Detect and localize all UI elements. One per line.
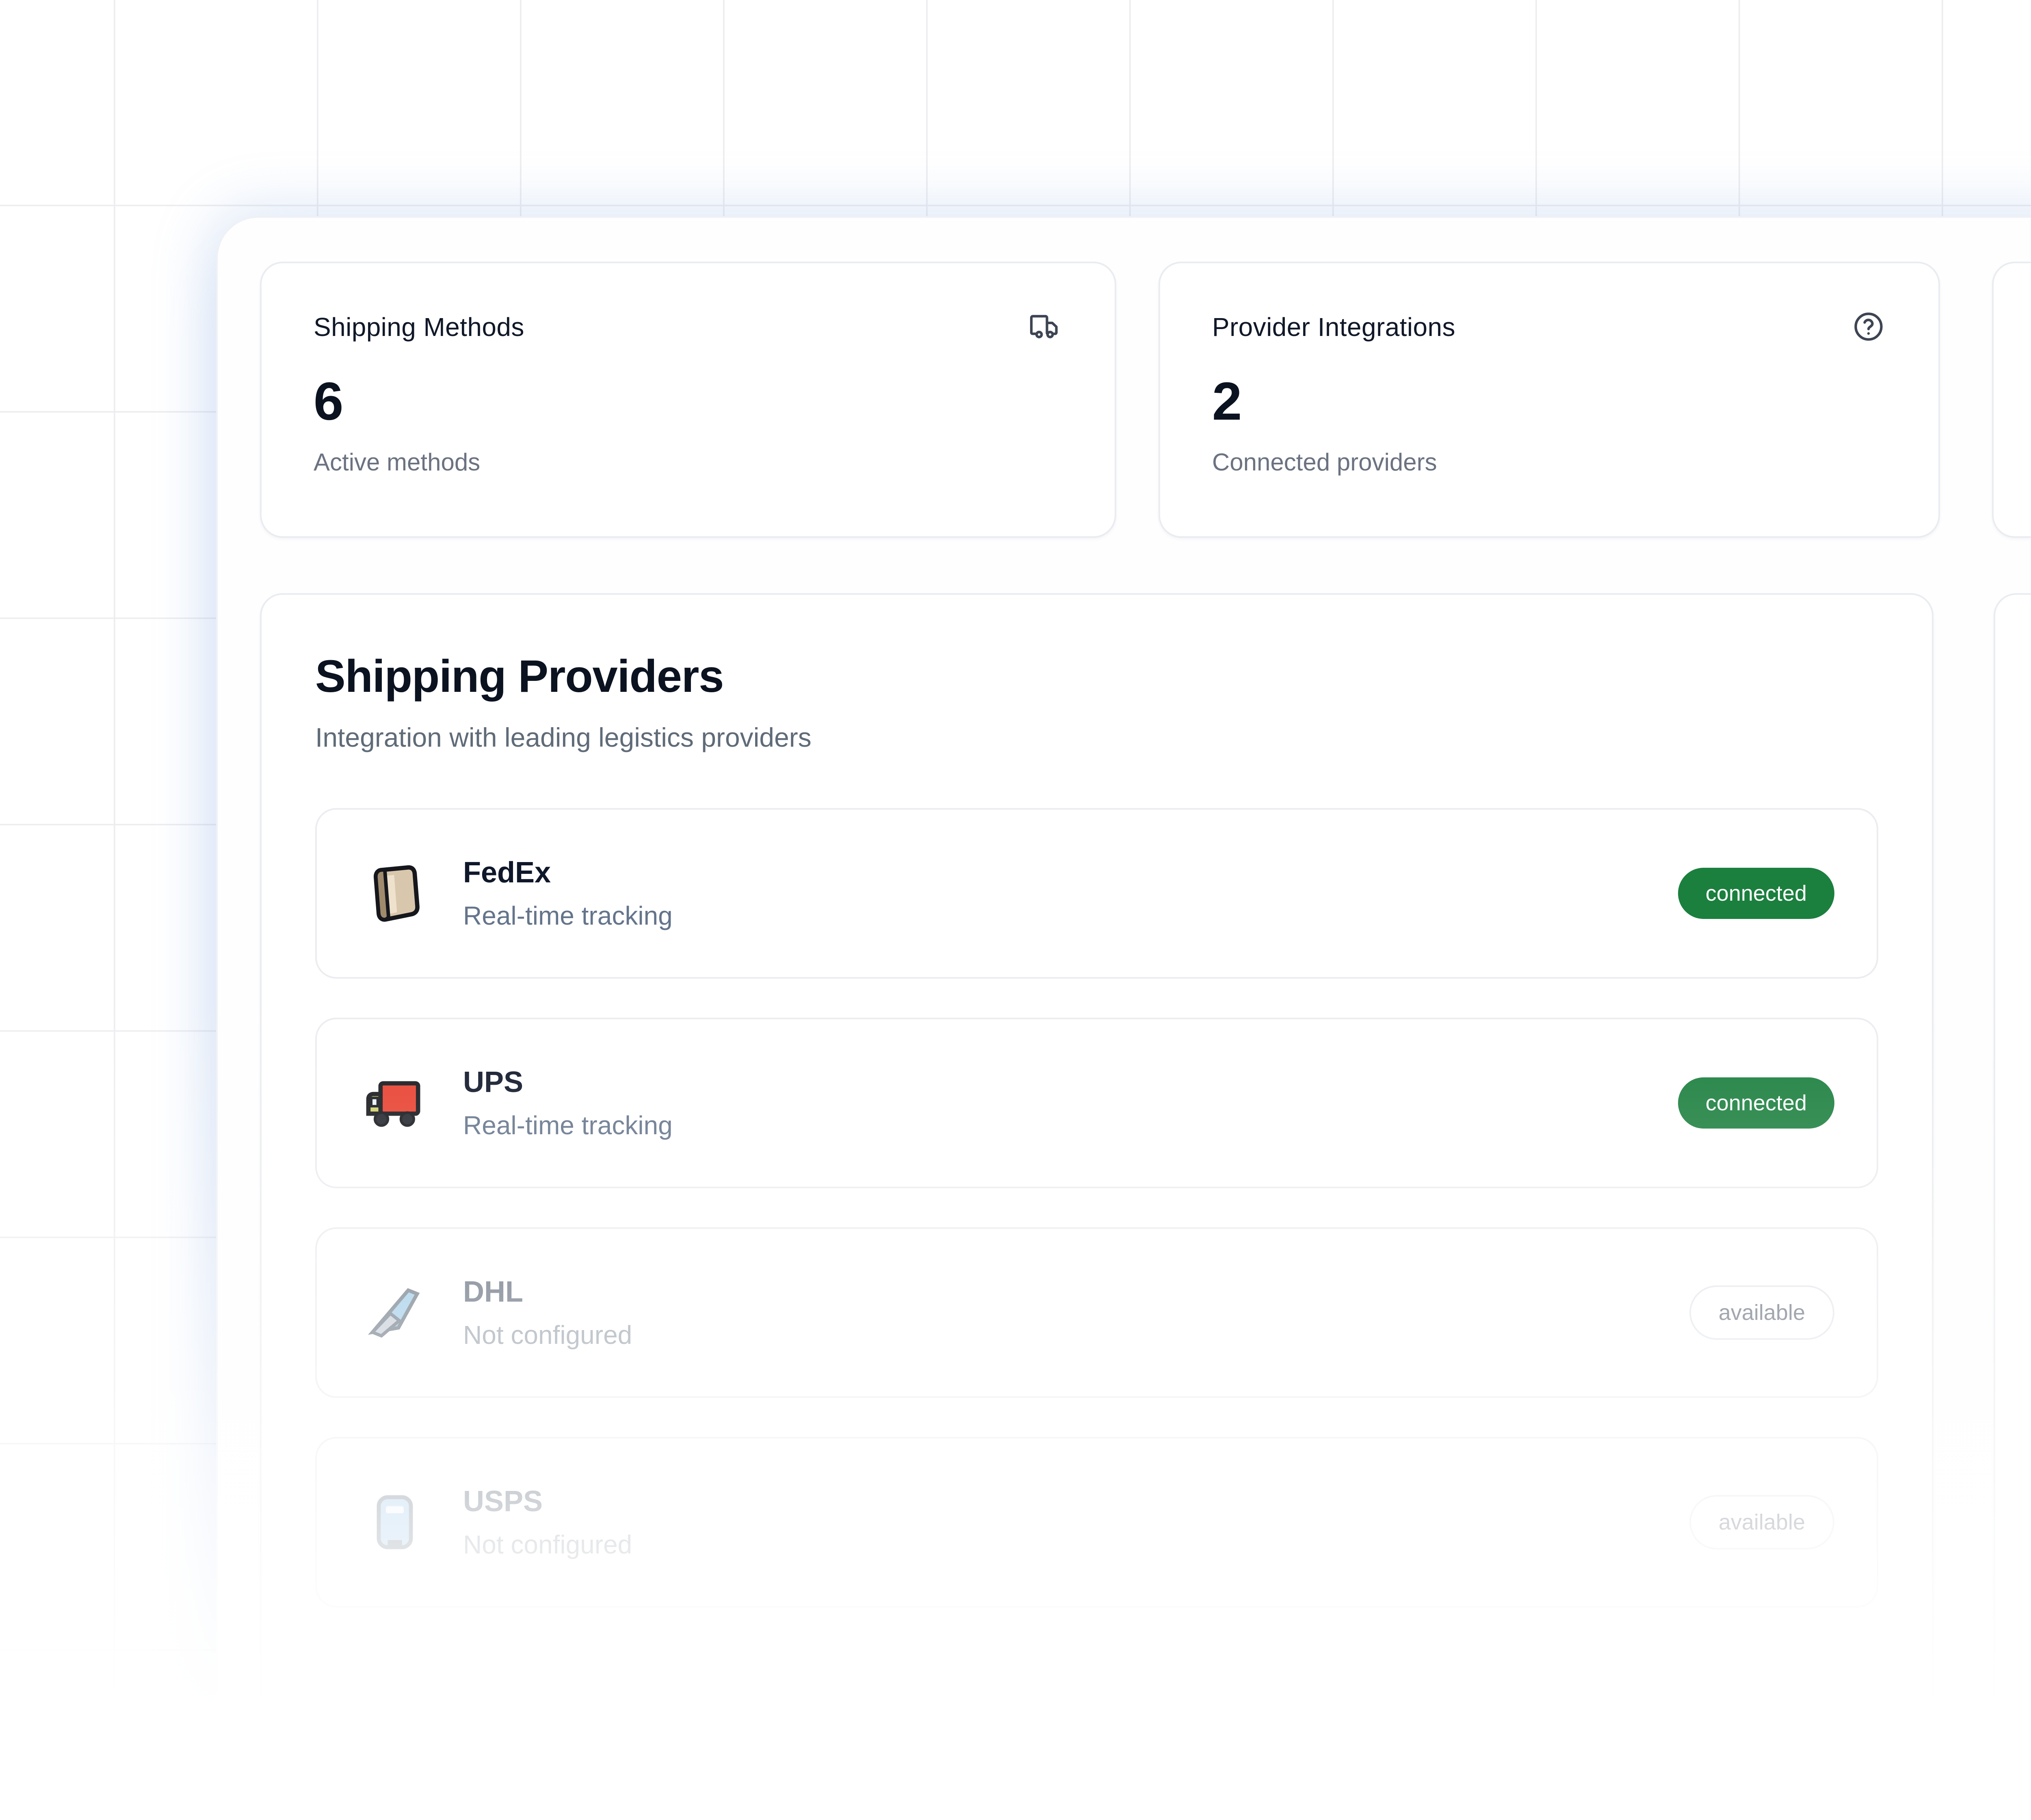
- postbox-icon: [359, 1486, 431, 1558]
- provider-description: Not configured: [463, 1320, 632, 1350]
- stat-card-countries-served: Countries Served 45 Global teach: [1992, 262, 2031, 538]
- stat-title: Provider Integrations: [1212, 312, 1455, 342]
- stat-subtitle: Active methods: [314, 448, 1063, 476]
- provider-name: UPS: [463, 1066, 673, 1099]
- providers-card-title: Shipping Providers: [315, 650, 1878, 702]
- shipping-providers-card: Shipping Providers Integration with lead…: [260, 593, 1934, 1820]
- provider-name: USPS: [463, 1485, 632, 1518]
- providers-card-subtitle: Integration with leading legistics provi…: [315, 722, 1878, 753]
- main-container: Shipping Methods 6 Active methods Provid…: [216, 216, 2031, 1820]
- airplane-icon: [359, 1277, 431, 1348]
- provider-row-fedex[interactable]: FedEx Real-time tracking connected: [315, 808, 1878, 979]
- provider-description: Not configured: [463, 1530, 632, 1560]
- stat-value: 6: [314, 370, 1063, 432]
- provider-row-ups[interactable]: UPS Real-time tracking connected: [315, 1018, 1878, 1188]
- shipping-dashboard: Shipping Methods 6 Active methods Provid…: [0, 0, 2031, 1820]
- help-circle-icon[interactable]: [1851, 309, 1886, 344]
- status-badge[interactable]: available: [1689, 1285, 1834, 1340]
- status-badge[interactable]: connected: [1678, 1077, 1834, 1129]
- provider-row-dhl[interactable]: DHL Not configured available: [315, 1227, 1878, 1398]
- truck-icon: [1027, 309, 1063, 344]
- shipping-settings-card: Shipping Settings Configure shipping opt…: [1994, 593, 2031, 1820]
- settings-options: Automated Fate Calculation Calculate rat…: [1995, 811, 2031, 1318]
- stat-card-provider-integrations: Provider Integrations 2 Connected provid…: [1158, 262, 1940, 538]
- provider-description: Real-time tracking: [463, 901, 673, 931]
- delivery-truck-icon: [359, 1067, 431, 1139]
- provider-list: FedEx Real-time tracking connected: [262, 808, 1932, 1608]
- status-badge[interactable]: available: [1689, 1495, 1834, 1549]
- stat-title: Shipping Methods: [314, 312, 524, 342]
- provider-name: FedEx: [463, 856, 673, 889]
- provider-description: Real-time tracking: [463, 1110, 673, 1140]
- package-icon: [359, 858, 431, 929]
- stat-card-shipping-methods: Shipping Methods 6 Active methods: [260, 262, 1116, 538]
- status-badge[interactable]: connected: [1678, 868, 1834, 919]
- provider-row-usps[interactable]: USPS Not configured available: [315, 1437, 1878, 1608]
- stat-value: 2: [1212, 370, 1886, 432]
- provider-name: DHL: [463, 1275, 632, 1309]
- stat-subtitle: Connected providers: [1212, 448, 1886, 476]
